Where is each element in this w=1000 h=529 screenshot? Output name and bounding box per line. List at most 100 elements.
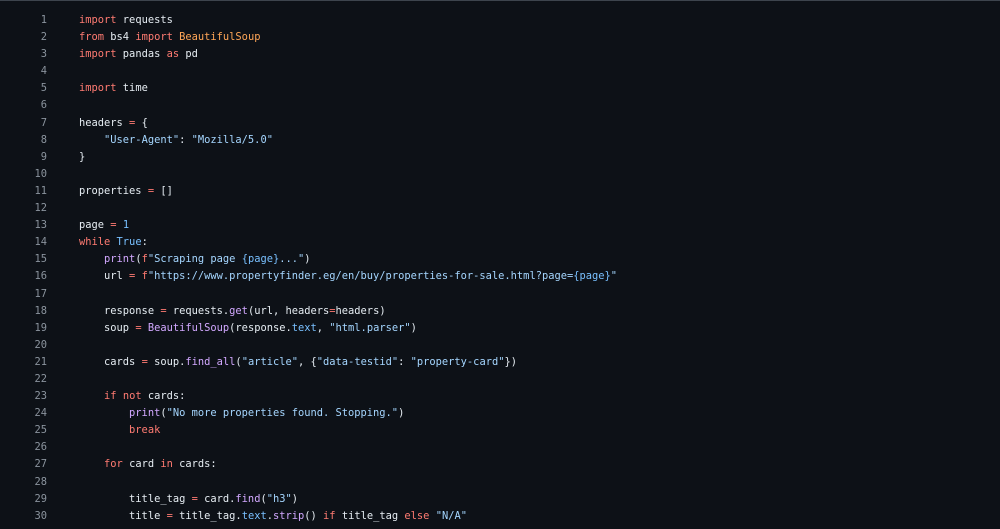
code-line[interactable]: 23 if not cards:	[0, 388, 1000, 405]
code-line[interactable]: 30 title = title_tag.text.strip() if tit…	[0, 508, 1000, 525]
code-token: }	[79, 150, 86, 163]
code-token: "https://www.propertyfinder.eg/en/buy/pr…	[147, 270, 574, 283]
line-number: 30	[34, 509, 47, 522]
code-token: {	[135, 116, 148, 129]
line-code: soup = BeautifulSoup(response.text, "htm…	[79, 320, 417, 337]
code-token: "article"	[241, 355, 298, 368]
line-number: 8	[40, 133, 47, 146]
line-number: 7	[40, 116, 47, 129]
code-line[interactable]: 9}	[0, 149, 1000, 166]
code-line[interactable]: 18 response = requests.get(url, headers=…	[0, 303, 1000, 320]
code-token: import	[79, 82, 117, 95]
line-number: 26	[34, 441, 47, 454]
code-line[interactable]: 28	[0, 474, 1000, 491]
code-token: in	[160, 458, 173, 471]
code-token: import	[135, 31, 173, 44]
code-token: })	[504, 355, 517, 368]
code-line[interactable]: 26	[0, 439, 1000, 456]
code-token: (url, headers	[247, 304, 330, 317]
code-line[interactable]: 20	[0, 337, 1000, 354]
code-token: requests.	[166, 304, 230, 317]
code-token: else	[404, 509, 430, 522]
code-line[interactable]: 25 break	[0, 422, 1000, 439]
code-token: pd	[179, 48, 198, 61]
code-token: soup.	[147, 355, 186, 368]
code-token: "Mozilla/5.0"	[191, 133, 273, 146]
line-number: 20	[34, 338, 47, 351]
code-token: "User-Agent"	[104, 133, 180, 146]
code-line[interactable]: 8 "User-Agent": "Mozilla/5.0"	[0, 132, 1000, 149]
code-line[interactable]: 12	[0, 200, 1000, 217]
code-line[interactable]: 16 url = f"https://www.propertyfinder.eg…	[0, 268, 1000, 285]
code-line[interactable]: 19 soup = BeautifulSoup(response.text, "…	[0, 320, 1000, 337]
code-token: cards	[79, 355, 142, 368]
line-code: import requests	[79, 12, 173, 29]
code-token: ()	[304, 509, 324, 522]
line-number: 15	[34, 253, 47, 266]
code-token: "h3"	[266, 492, 292, 505]
code-lines: 1 import requests 2 from bs4 import Beautif…	[0, 12, 1000, 525]
code-line[interactable]: 17	[0, 286, 1000, 303]
line-code: title = title_tag.text.strip() if title_…	[79, 508, 467, 525]
code-token: pandas	[116, 48, 167, 61]
code-token: time	[116, 82, 148, 95]
code-token: "N/A"	[435, 509, 467, 522]
code-token: title	[79, 509, 167, 522]
code-editor[interactable]: 1 import requests 2 from bs4 import Beautif…	[0, 0, 1000, 529]
code-line[interactable]: 2 from bs4 import BeautifulSoup	[0, 29, 1000, 46]
code-token: bs4	[104, 31, 136, 44]
code-line[interactable]: 11 properties = []	[0, 183, 1000, 200]
line-code: "User-Agent": "Mozilla/5.0"	[79, 132, 273, 149]
line-code: headers = {	[79, 115, 148, 132]
line-code: import pandas as pd	[79, 46, 198, 63]
code-line[interactable]: 4	[0, 63, 1000, 80]
code-token: {page}	[573, 270, 611, 283]
line-code: print("No more properties found. Stoppin…	[79, 405, 404, 422]
code-line[interactable]: 3 import pandas as pd	[0, 46, 1000, 63]
code-token: headers)	[335, 304, 386, 317]
code-token: {page}	[241, 253, 280, 266]
code-line[interactable]: 22	[0, 371, 1000, 388]
line-number: 29	[34, 492, 47, 505]
code-token: from	[79, 31, 105, 44]
line-number: 28	[34, 475, 47, 488]
code-line[interactable]: 5 import time	[0, 80, 1000, 97]
code-token: :	[398, 355, 411, 368]
code-token: card.	[197, 492, 236, 505]
code-token: "property-card"	[410, 355, 505, 368]
code-token: BeautifulSoup	[179, 31, 261, 44]
line-code: while True:	[79, 234, 148, 251]
code-token: "html.parser"	[329, 321, 411, 334]
line-code: for card in cards:	[79, 456, 217, 473]
code-token: url	[79, 270, 130, 283]
code-line[interactable]: 7 headers = {	[0, 115, 1000, 132]
code-token: title_tag	[335, 509, 405, 522]
code-line[interactable]: 13 page = 1	[0, 217, 1000, 234]
code-token: find_all	[185, 355, 236, 368]
line-number: 17	[34, 287, 47, 300]
line-number: 13	[34, 219, 47, 232]
code-line[interactable]: 1 import requests	[0, 12, 1000, 29]
code-line[interactable]: 24 print("No more properties found. Stop…	[0, 405, 1000, 422]
line-number: 1	[40, 14, 47, 26]
code-token: find	[235, 492, 261, 505]
code-line[interactable]: 15 print(f"Scraping page {page}...")	[0, 251, 1000, 268]
code-line[interactable]: 14 while True:	[0, 234, 1000, 251]
line-number: 18	[34, 304, 47, 317]
code-token: while	[79, 236, 111, 249]
code-token: for	[104, 458, 123, 471]
code-token: 1	[122, 219, 130, 232]
code-line[interactable]: 6	[0, 97, 1000, 114]
code-line[interactable]: 21 cards = soup.find_all("article", {"da…	[0, 354, 1000, 371]
code-token: "No more properties found. Stopping."	[166, 407, 399, 420]
code-line[interactable]: 27 for card in cards:	[0, 456, 1000, 473]
code-line[interactable]: 29 title_tag = card.find("h3")	[0, 491, 1000, 508]
code-token: if	[323, 509, 336, 522]
code-line[interactable]: 10	[0, 166, 1000, 183]
code-token: "	[610, 270, 618, 283]
code-token: text	[291, 321, 317, 334]
line-number: 23	[34, 390, 47, 403]
